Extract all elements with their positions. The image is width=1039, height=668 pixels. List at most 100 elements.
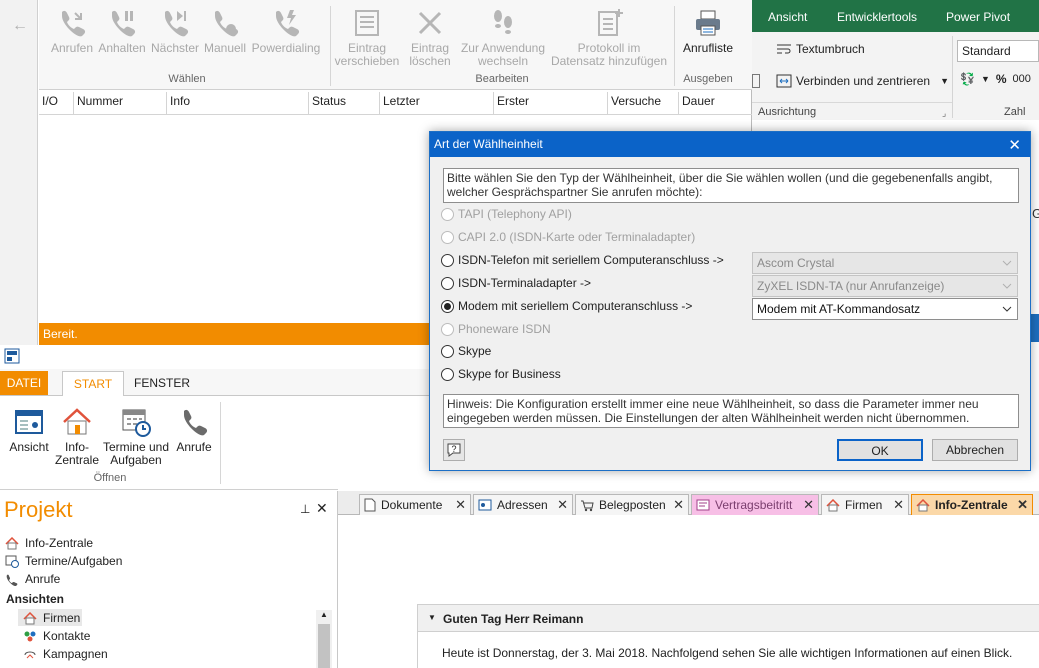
doc-tab-adressen[interactable]: Adressen ✕	[473, 494, 573, 515]
doc-tab-vertragsbeitritt[interactable]: Vertragsbeitritt ✕	[691, 494, 819, 515]
cancel-button[interactable]: Abbrechen	[932, 439, 1018, 461]
excel-tab-power-pivot[interactable]: Power Pivot	[946, 10, 1010, 24]
chevron-down-icon: ▼	[940, 76, 950, 86]
add-protocol-button[interactable]: Protokoll im Datensatz hinzufügen	[548, 4, 670, 68]
close-icon[interactable]: ✕	[803, 495, 814, 515]
column-status[interactable]: Status	[309, 92, 380, 114]
appointments-button[interactable]: Termine und Aufgaben	[100, 403, 172, 467]
help-button[interactable]: ?	[443, 439, 465, 461]
print-icon	[696, 10, 720, 36]
doc-tab-dokumente[interactable]: Dokumente ✕	[359, 494, 471, 515]
column-versuche[interactable]: Versuche	[608, 92, 679, 114]
calls-button[interactable]: Anrufe	[172, 403, 216, 454]
tree-item-anrufe[interactable]: Anrufe	[4, 571, 60, 587]
select-isdn-terminaladapter[interactable]: ZyXEL ISDN-TA (nur Anrufanzeige)	[752, 275, 1018, 297]
tree-item-termine[interactable]: Termine/Aufgaben	[4, 553, 122, 569]
ok-button[interactable]: OK	[837, 439, 923, 461]
number-format-buttons: 💱 ▼ % 000	[960, 72, 1031, 86]
radio-circle	[441, 344, 454, 358]
column-io[interactable]: I/O	[39, 92, 74, 114]
delete-entry-label: Eintrag löschen	[409, 41, 451, 68]
scroll-up-icon[interactable]: ▲	[320, 610, 328, 619]
phone-manual-icon	[215, 10, 239, 37]
panel-scrollbar[interactable]: ▲	[316, 610, 332, 668]
close-icon[interactable]: ✕	[557, 495, 568, 515]
next-button[interactable]: Nächster	[149, 4, 201, 55]
select-value: Modem mit AT-Kommandosatz	[757, 302, 921, 316]
column-nummer[interactable]: Nummer	[74, 92, 167, 114]
close-icon[interactable]: ✕	[673, 495, 684, 515]
close-icon[interactable]: ✕	[455, 495, 466, 515]
switch-app-button[interactable]: Zur Anwendung wechseln	[458, 4, 548, 68]
doc-tab-info-zentrale[interactable]: Info-Zentrale ✕	[911, 494, 1033, 515]
group-waehlen: Wählen	[168, 73, 206, 85]
excel-tab-entwicklertools[interactable]: Entwicklertools	[837, 10, 917, 24]
radio-circle-selected	[441, 299, 454, 313]
close-icon[interactable]: ✕	[893, 495, 904, 515]
call-button[interactable]: Anrufen	[47, 4, 97, 55]
info-center-button[interactable]: Info- Zentrale	[54, 403, 100, 467]
column-info[interactable]: Info	[167, 92, 309, 114]
wrap-text-button[interactable]: Textumbruch	[776, 42, 865, 56]
radio-skype-business[interactable]: Skype for Business	[441, 366, 561, 382]
manual-label: Manuell	[203, 41, 247, 55]
intro-text: Bitte wählen Sie den Typ der Wählheinhei…	[443, 168, 1019, 203]
scroll-thumb[interactable]	[318, 624, 330, 668]
cell-fragment: G	[1032, 206, 1039, 221]
column-erster[interactable]: Erster	[494, 92, 608, 114]
tab-datei[interactable]: DATEI	[0, 371, 48, 395]
radio-isdn-terminaladapter[interactable]: ISDN-Terminaladapter ->	[441, 275, 591, 291]
move-entry-button[interactable]: Eintrag verschieben	[334, 4, 400, 68]
call-list-button[interactable]: Anrufliste	[678, 4, 738, 55]
back-arrow-icon[interactable]: ←	[12, 17, 28, 35]
percent-button[interactable]: %	[996, 72, 1007, 86]
tree-item-firmen[interactable]: Firmen	[22, 610, 80, 626]
tab-fenster[interactable]: FENSTER	[130, 371, 194, 395]
radio-isdn-telefon[interactable]: ISDN-Telefon mit seriellem Computeransch…	[441, 252, 724, 268]
radio-capi[interactable]: CAPI 2.0 (ISDN-Karte oder Terminaladapte…	[441, 229, 695, 245]
select-value: ZyXEL ISDN-TA (nur Anrufanzeige)	[757, 279, 945, 293]
help-icon: ?	[447, 443, 461, 457]
collapse-icon[interactable]: ▼	[428, 613, 436, 622]
radio-circle	[441, 367, 454, 381]
radio-phoneware[interactable]: Phoneware ISDN	[441, 321, 551, 337]
radio-label: CAPI 2.0 (ISDN-Karte oder Terminaladapte…	[458, 230, 696, 244]
tree-item-kontakte[interactable]: Kontakte	[22, 628, 90, 644]
close-icon[interactable]: ✕	[1008, 136, 1021, 154]
doc-tab-firmen[interactable]: Firmen ✕	[821, 494, 909, 515]
manual-button[interactable]: Manuell	[201, 4, 249, 55]
column-letzter[interactable]: Letzter	[380, 92, 494, 114]
delete-entry-button[interactable]: Eintrag löschen	[402, 4, 458, 68]
select-isdn-telefon[interactable]: Ascom Crystal	[752, 252, 1018, 274]
view-button[interactable]: Ansicht	[4, 403, 54, 454]
pin-icon[interactable]: ⊥	[300, 502, 310, 516]
column-dauer[interactable]: Dauer	[679, 92, 751, 114]
hold-button[interactable]: Anhalten	[97, 4, 147, 55]
close-icon[interactable]: ✕	[316, 500, 328, 517]
tree-item-kampagnen[interactable]: Kampagnen	[22, 646, 108, 662]
view-icon	[15, 410, 43, 434]
tree-label: Anrufe	[25, 572, 61, 586]
doc-tab-belegposten[interactable]: Belegposten ✕	[575, 494, 689, 515]
greeting-panel-header[interactable]: ▼ Guten Tag Herr Reimann	[417, 604, 1039, 632]
currency-icon[interactable]: 💱	[960, 72, 975, 86]
doc-tab-label: Adressen	[497, 498, 548, 512]
radio-tapi[interactable]: TAPI (Telephony API)	[441, 206, 572, 222]
close-icon[interactable]: ✕	[1017, 495, 1028, 515]
excel-tab-ansicht[interactable]: Ansicht	[768, 10, 807, 24]
powerdialing-button[interactable]: Powerdialing	[250, 4, 322, 55]
thousands-button[interactable]: 000	[1013, 73, 1031, 85]
select-modem[interactable]: Modem mit AT-Kommandosatz	[752, 298, 1018, 320]
radio-modem[interactable]: Modem mit seriellem Computeranschluss ->	[441, 298, 692, 314]
dialog-launcher-icon[interactable]: ⌟	[942, 108, 946, 119]
chevron-down-icon	[1002, 283, 1012, 289]
hold-label: Anhalten	[98, 41, 146, 55]
powerdialing-label: Powerdialing	[251, 41, 321, 55]
tree-item-info-zentrale[interactable]: Info-Zentrale	[4, 535, 93, 551]
number-format-select[interactable]: Standard	[957, 40, 1039, 62]
radio-skype[interactable]: Skype	[441, 343, 491, 359]
back-strip: ←	[0, 0, 38, 345]
align-fragment-icon	[752, 74, 760, 88]
merge-center-button[interactable]: Verbinden und zentrieren ▼	[776, 74, 949, 88]
tab-start[interactable]: START	[62, 371, 124, 398]
